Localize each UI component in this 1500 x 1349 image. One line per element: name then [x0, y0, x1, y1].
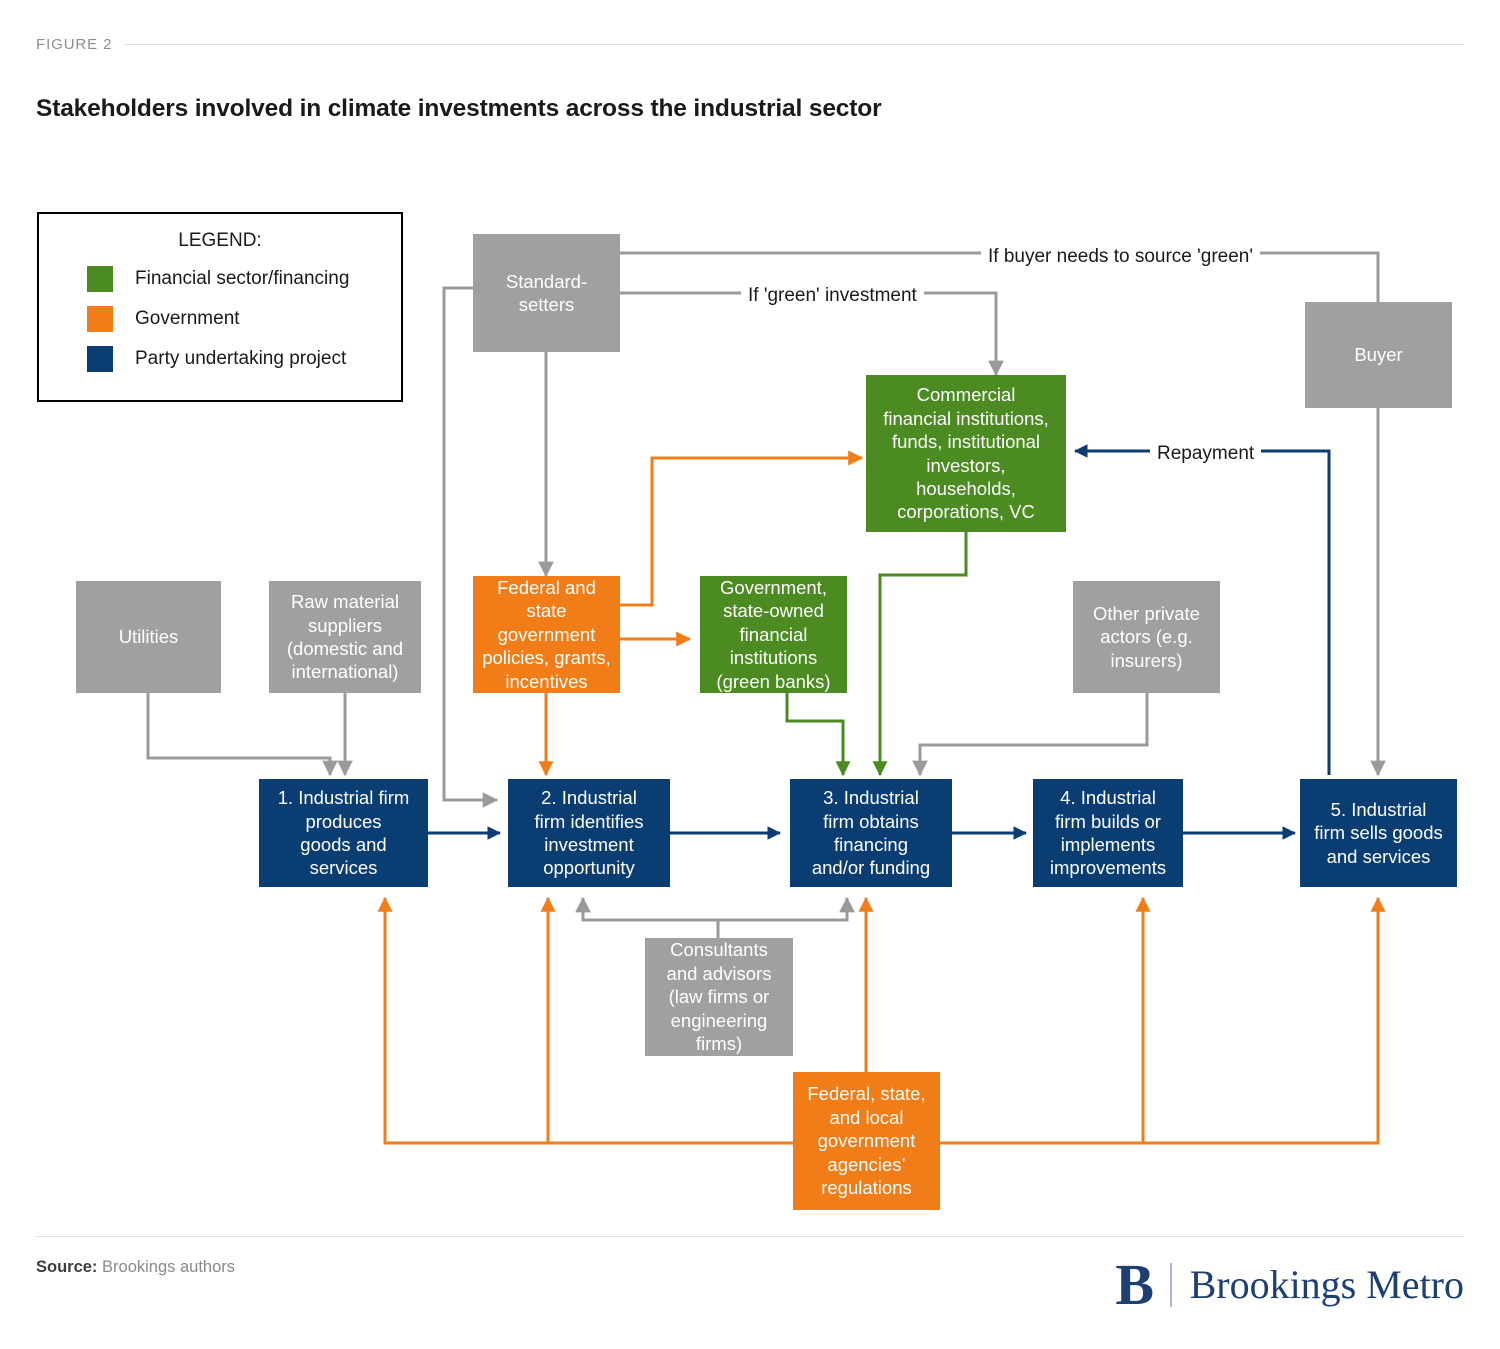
node-buyer[interactable]: Buyer — [1305, 302, 1452, 408]
legend-label-financial: Financial sector/financing — [135, 268, 350, 289]
legend-item-party: Party undertaking project — [39, 346, 401, 372]
node-other-private-actors[interactable]: Other private actors (e.g. insurers) — [1073, 581, 1220, 693]
node-utilities[interactable]: Utilities — [76, 581, 221, 693]
edge-consultants-to-step3 — [716, 896, 855, 938]
legend-box: LEGEND: Financial sector/financing Gover… — [37, 212, 403, 402]
legend-title: LEGEND: — [178, 230, 262, 251]
edge-label-repayment: Repayment — [1150, 444, 1262, 463]
brookings-metro-wordmark: Brookings Metro — [1189, 1262, 1464, 1307]
edge-utilities-to-step1 — [146, 693, 338, 777]
node-step-2-identifies-investment[interactable]: 2. Industrial firm identifies investment… — [508, 779, 670, 887]
node-green-banks[interactable]: Government, state-owned financial instit… — [700, 576, 847, 693]
node-commercial-financial-institutions[interactable]: Commercial financial institutions, funds… — [866, 375, 1066, 532]
edge-regulations-to-step5 — [940, 896, 1386, 1145]
node-federal-state-government[interactable]: Federal and state government policies, g… — [473, 576, 620, 693]
node-standard-setters[interactable]: Standard- setters — [473, 234, 620, 352]
legend-label-party: Party undertaking project — [135, 348, 347, 369]
source-note: Source: Brookings authors — [36, 1258, 235, 1277]
edge-regulations-to-step4 — [940, 896, 1151, 1145]
node-step-3-obtains-financing[interactable]: 3. Industrial firm obtains financing and… — [790, 779, 952, 887]
legend-swatch-financial — [87, 266, 113, 292]
edge-label-if-buyer-needs-green: If buyer needs to source 'green' — [981, 247, 1260, 266]
node-consultants-and-advisors[interactable]: Consultants and advisors (law firms or e… — [645, 938, 793, 1056]
edge-consultants-to-step2 — [575, 896, 720, 938]
brookings-metro-logo: B Brookings Metro — [1115, 1252, 1464, 1317]
legend-swatch-party — [87, 346, 113, 372]
edge-green-banks-to-step3 — [785, 693, 851, 777]
node-step-1-produces-goods[interactable]: 1. Industrial firm produces goods and se… — [259, 779, 428, 887]
brookings-b-mark: B — [1115, 1252, 1155, 1317]
footer-divider — [36, 1236, 1464, 1237]
node-raw-material-suppliers[interactable]: Raw material suppliers (domestic and int… — [269, 581, 421, 693]
figure-page: FIGURE 2 Stakeholders involved in climat… — [0, 0, 1500, 1349]
node-step-5-sells-goods[interactable]: 5. Industrial firm sells goods and servi… — [1300, 779, 1457, 887]
edge-other-private-actors-to-step3 — [912, 693, 1149, 777]
edge-commercial-financial-to-step3 — [872, 532, 968, 777]
edge-label-if-green-investment: If 'green' investment — [741, 286, 924, 305]
node-government-regulations[interactable]: Federal, state, and local government age… — [793, 1072, 940, 1210]
node-step-4-builds-improvements[interactable]: 4. Industrial firm builds or implements … — [1033, 779, 1183, 887]
edge-standardsetters-to-step2 — [442, 286, 499, 808]
logo-divider — [1170, 1263, 1172, 1307]
source-value: Brookings authors — [97, 1258, 236, 1276]
source-label: Source: — [36, 1258, 98, 1276]
legend-item-government: Government — [39, 306, 401, 332]
legend-label-government: Government — [135, 308, 240, 329]
legend-item-financial: Financial sector/financing — [39, 266, 401, 292]
legend-swatch-government — [87, 306, 113, 332]
